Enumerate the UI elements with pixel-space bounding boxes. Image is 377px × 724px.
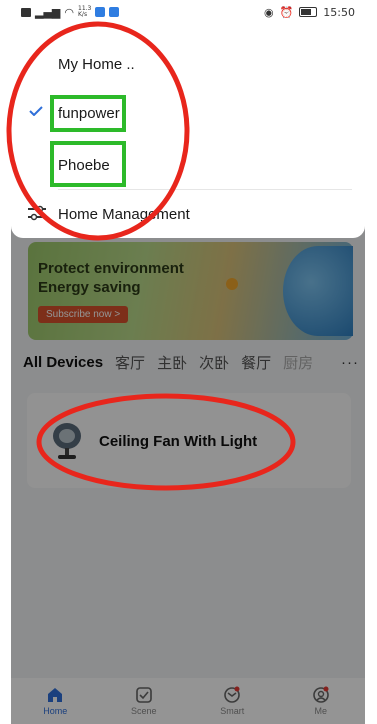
status-right: ◉ ⏰ 15:50 — [264, 6, 355, 19]
sim-icon — [21, 7, 31, 17]
app-notification-icon — [95, 7, 106, 17]
battery-icon — [299, 7, 318, 17]
settings-sliders-icon — [28, 205, 46, 221]
menu-divider — [58, 189, 352, 190]
eye-icon: ◉ — [263, 5, 274, 19]
app-notification-icon-2 — [109, 7, 120, 17]
check-icon — [29, 106, 43, 116]
status-left: ▂▄▆ ◠ 11.3 K/s — [21, 5, 120, 19]
phone-screen: ▂▄▆ ◠ 11.3 K/s ◉ ⏰ 15:50 Protect environ… — [11, 0, 365, 724]
signal-icon: ▂▄▆ — [35, 5, 61, 19]
home-option-phoebe[interactable]: Phoebe — [58, 157, 110, 174]
network-speed: 11.3 K/s — [78, 5, 92, 18]
home-option-funpower[interactable]: funpower — [58, 105, 120, 122]
menu-header: My Home .. — [58, 56, 135, 73]
wifi-icon: ◠ — [64, 5, 74, 19]
home-switcher-menu: My Home .. funpower Phoebe Home Manageme… — [11, 24, 365, 238]
alarm-icon: ⏰ — [279, 5, 294, 19]
status-bar: ▂▄▆ ◠ 11.3 K/s ◉ ⏰ 15:50 — [11, 0, 365, 24]
clock: 15:50 — [323, 5, 355, 19]
home-management-item[interactable]: Home Management — [58, 206, 190, 223]
